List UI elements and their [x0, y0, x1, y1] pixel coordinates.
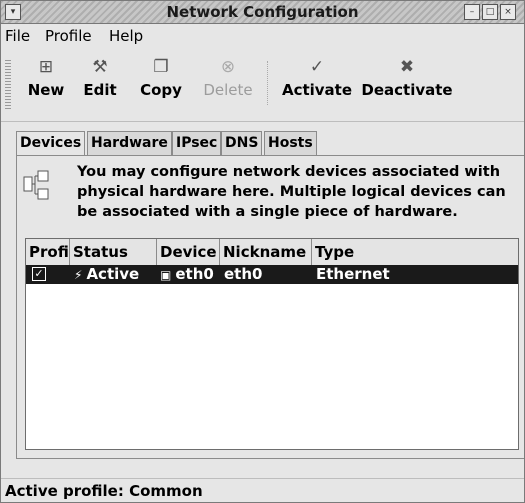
profile-checkbox[interactable]: ✓	[32, 267, 46, 281]
copy-icon: ❐	[153, 57, 169, 77]
column-header-device[interactable]: Device	[157, 239, 220, 265]
menu-profile[interactable]: Profile	[45, 27, 92, 45]
copy-label: Copy	[140, 81, 182, 99]
edit-label: Edit	[83, 81, 117, 99]
devices-panel: You may configure network devices associ…	[16, 155, 524, 459]
device-value: eth0	[175, 265, 214, 283]
minimize-icon[interactable]: –	[464, 4, 480, 20]
tab-hosts[interactable]: Hosts	[264, 131, 317, 155]
status-cell: ⚡ Active	[74, 265, 139, 284]
trash-icon: ⊗	[220, 57, 236, 77]
toolbar-grip[interactable]	[5, 59, 11, 109]
tab-dns[interactable]: DNS	[221, 131, 263, 155]
info-text: You may configure network devices associ…	[77, 164, 506, 220]
wrench-icon: ⚒	[92, 57, 108, 77]
activate-button[interactable]: ✓ Activate	[279, 53, 355, 99]
tab-devices[interactable]: Devices	[16, 131, 86, 156]
status-bar: Active profile: Common	[1, 478, 524, 502]
toolbar: ⊞ New ⚒ Edit ❐ Copy ⊗ Delete ✓ Activate …	[1, 49, 524, 122]
device-list[interactable]: Profi Status Device Nickname Type ✓ ⚡ Act…	[25, 238, 519, 450]
deactivate-label: Deactivate	[361, 81, 453, 99]
deactivate-button[interactable]: ✖ Deactivate	[361, 53, 453, 99]
network-configuration-window: ▾ Network Configuration – □ × File Profi…	[0, 0, 525, 503]
column-header-profile[interactable]: Profi	[26, 239, 70, 265]
nickname-cell: eth0	[224, 265, 263, 283]
maximize-icon[interactable]: □	[482, 4, 498, 20]
new-document-icon: ⊞	[38, 57, 54, 77]
x-icon: ✖	[399, 57, 415, 77]
plug-icon: ⚡	[74, 268, 83, 282]
menu-bar: File Profile Help	[1, 24, 524, 47]
copy-button[interactable]: ❐ Copy	[131, 53, 191, 99]
table-row[interactable]: ✓ ⚡ Active ▣ eth0 eth0 Ethernet	[26, 265, 518, 284]
tab-hardware[interactable]: Hardware	[87, 131, 172, 155]
network-card-icon: ▣	[160, 268, 172, 282]
status-text: Active profile: Common	[5, 482, 203, 500]
type-cell: Ethernet	[316, 265, 390, 283]
column-header-type[interactable]: Type	[312, 239, 518, 265]
column-header-status[interactable]: Status	[70, 239, 157, 265]
title-bar[interactable]: ▾ Network Configuration – □ ×	[1, 1, 524, 24]
column-header-nickname[interactable]: Nickname	[220, 239, 312, 265]
toolbar-separator	[267, 61, 268, 105]
device-cell: ▣ eth0	[160, 265, 214, 284]
new-label: New	[27, 81, 65, 99]
tab-ipsec[interactable]: IPsec	[172, 131, 222, 155]
new-button[interactable]: ⊞ New	[21, 53, 71, 99]
close-icon[interactable]: ×	[500, 4, 516, 20]
activate-label: Activate	[281, 81, 353, 99]
delete-button[interactable]: ⊗ Delete	[196, 53, 260, 99]
device-tree-icon	[23, 170, 49, 200]
menu-help[interactable]: Help	[109, 27, 143, 45]
status-value: Active	[86, 265, 140, 283]
check-icon: ✓	[309, 57, 325, 77]
list-header: Profi Status Device Nickname Type	[26, 239, 518, 266]
window-title: Network Configuration	[166, 3, 359, 21]
menu-file[interactable]: File	[5, 27, 30, 45]
edit-button[interactable]: ⚒ Edit	[75, 53, 125, 99]
delete-label: Delete	[203, 81, 253, 99]
